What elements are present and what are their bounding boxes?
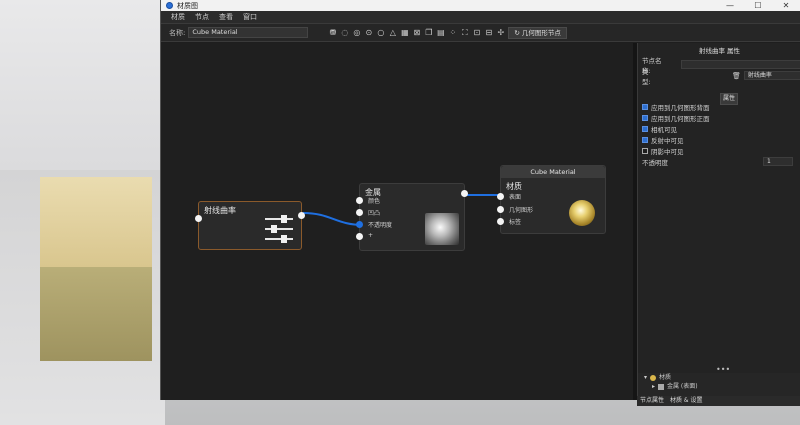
attributes-button[interactable]: 属性 — [720, 93, 738, 105]
opacity-label: 不透明度 — [642, 158, 668, 167]
delete-icon[interactable]: ⊠ — [412, 28, 421, 37]
name-label: 名称: — [169, 28, 186, 37]
menu-bar: 材质 节点 查看 窗口 — [161, 11, 800, 24]
material-node-header: Cube Material — [501, 166, 605, 178]
save-icon[interactable]: ⛃ — [328, 28, 337, 37]
pin-icon[interactable]: ✢ — [496, 28, 505, 37]
viewport — [0, 0, 165, 425]
metal-opacity-port[interactable] — [356, 221, 363, 228]
frontface-label: 应用到几何图形正面 — [651, 114, 710, 123]
copy-icon[interactable]: ❐ — [424, 28, 433, 37]
expand-icon[interactable]: ▾ — [644, 373, 647, 382]
material-sphere-icon — [650, 374, 657, 381]
material-geometry-port[interactable] — [497, 206, 504, 213]
sliders-icon — [265, 215, 293, 243]
checkbox-row-camera[interactable]: 相机可见 — [638, 123, 800, 134]
checkbox-row-frontface[interactable]: 应用到几何图形正面 — [638, 112, 800, 123]
menu-window[interactable]: 窗口 — [243, 12, 257, 22]
geometry-nodes-label: 几何图形节点 — [521, 28, 561, 37]
arrange-icon[interactable]: ⁘ — [448, 28, 457, 37]
app-logo-icon — [166, 2, 173, 9]
window-title: 材质图 — [177, 1, 198, 10]
tree-row-material[interactable]: ▾ 材质 — [638, 373, 800, 382]
metal-node[interactable]: 金属 颜色 凹凸 不透明度 + — [356, 183, 468, 251]
menu-view[interactable]: 查看 — [219, 12, 233, 22]
geometry-nodes-button[interactable]: ↻ 几何图形节点 — [508, 26, 567, 39]
ramp-output-port[interactable] — [298, 212, 305, 219]
node-name-row: 节点名称: — [638, 57, 800, 75]
type-field[interactable]: 射线曲率 — [743, 71, 800, 80]
node-name-field[interactable] — [681, 60, 800, 69]
cube-object[interactable] — [40, 177, 158, 361]
camera-visible-checkbox[interactable] — [642, 125, 648, 132]
material-name-field[interactable]: Cube Material — [188, 27, 309, 38]
target-icon[interactable]: ◎ — [352, 28, 361, 37]
camera-visible-label: 相机可见 — [651, 125, 677, 134]
metal-bump-label: 凹凸 — [368, 210, 381, 217]
metal-color-label: 颜色 — [368, 198, 381, 205]
menu-material[interactable]: 材质 — [171, 12, 185, 22]
layout-icon[interactable]: ▤ — [436, 28, 445, 37]
warning-icon[interactable]: △ — [388, 28, 397, 37]
ramp-input-port[interactable] — [195, 215, 202, 222]
toolbar: 名称: Cube Material ⛃ ◌ ◎ ⊙ ○ △ ▦ ⊠ ❐ ▤ ⁘ … — [161, 24, 800, 42]
collapse-icon[interactable]: ▸ — [652, 382, 655, 391]
grid-icon[interactable]: ▦ — [400, 28, 409, 37]
tree-material-label: 材质 — [659, 374, 672, 381]
panel-tabs: 节点属性 材质 & 设置 — [637, 396, 800, 406]
metal-output-port[interactable] — [461, 190, 468, 197]
reflection-visible-checkbox[interactable] — [642, 136, 648, 143]
material-graph-window: 材质图 — ☐ ✕ 材质 节点 查看 窗口 名称: Cube Material … — [160, 0, 800, 406]
metal-bump-port[interactable] — [356, 209, 363, 216]
close-button[interactable]: ✕ — [772, 0, 800, 11]
record-icon[interactable]: ⊙ — [364, 28, 373, 37]
shadow-visible-checkbox[interactable] — [642, 147, 648, 154]
ray-curvature-node[interactable]: 射线曲率 — [195, 201, 305, 250]
title-bar: 材质图 — ☐ ✕ — [161, 0, 800, 11]
tree-metal-label: 金属 (表面) — [667, 383, 698, 390]
material-label-label: 标签 — [509, 219, 522, 226]
metal-node-icon — [658, 383, 665, 390]
node-graph-canvas[interactable]: 射线曲率 金属 颜色 凹凸 不透明度 + Cube Material 材质 表面… — [161, 43, 636, 400]
metal-add-port[interactable] — [356, 233, 363, 240]
tab-node-properties[interactable]: 节点属性 — [640, 396, 664, 406]
checkbox-row-shadow[interactable]: 阴影中可见 — [638, 145, 800, 156]
properties-panel: 射线曲率 属性 节点名称: 类型: 🗑 射线曲率 属性 应用到几何图形背面 应用… — [637, 43, 800, 400]
opacity-row: 不透明度 1 — [638, 156, 800, 167]
fit-view-icon[interactable]: ⛶ — [460, 28, 469, 37]
backface-label: 应用到几何图形背面 — [651, 103, 710, 112]
sphere-icon[interactable]: ○ — [376, 28, 385, 37]
metal-color-port[interactable] — [356, 197, 363, 204]
metal-preview-thumbnail — [425, 213, 459, 245]
material-surface-port[interactable] — [497, 193, 504, 200]
opacity-field[interactable]: 1 — [763, 157, 793, 166]
link-ramp-to-opacity — [302, 212, 364, 226]
tab-material-settings[interactable]: 材质 & 设置 — [670, 396, 703, 406]
checkbox-row-reflection[interactable]: 反射中可见 — [638, 134, 800, 145]
metal-add-label: + — [368, 232, 374, 239]
tree-row-metal[interactable]: ▸ 金属 (表面) — [638, 382, 800, 391]
type-label: 类型: — [642, 67, 651, 86]
cube-material-node[interactable]: Cube Material 材质 表面 几何图形 标签 — [497, 165, 606, 234]
cube-top-half — [40, 177, 152, 267]
trash-icon[interactable]: 🗑 — [732, 72, 741, 80]
maximize-button[interactable]: ☐ — [744, 0, 772, 11]
checkbox-row-backface[interactable]: 应用到几何图形背面 — [638, 101, 800, 112]
menu-node[interactable]: 节点 — [195, 12, 209, 22]
backface-checkbox[interactable] — [642, 103, 648, 110]
material-preview-sphere — [569, 200, 595, 226]
table-icon[interactable]: ⊟ — [484, 28, 493, 37]
frame-icon[interactable]: ⊡ — [472, 28, 481, 37]
shadow-visible-label: 阴影中可见 — [651, 147, 684, 156]
minimize-button[interactable]: — — [716, 0, 744, 11]
material-geometry-label: 几何图形 — [509, 207, 534, 214]
material-surface-label: 表面 — [509, 194, 522, 201]
lightbulb-icon[interactable]: ◌ — [340, 28, 349, 37]
cube-bottom-half — [40, 267, 152, 361]
frontface-checkbox[interactable] — [642, 114, 648, 121]
reflection-visible-label: 反射中可见 — [651, 136, 684, 145]
metal-opacity-label: 不透明度 — [368, 222, 393, 229]
refresh-icon: ↻ — [514, 28, 520, 37]
material-label-port[interactable] — [497, 218, 504, 225]
